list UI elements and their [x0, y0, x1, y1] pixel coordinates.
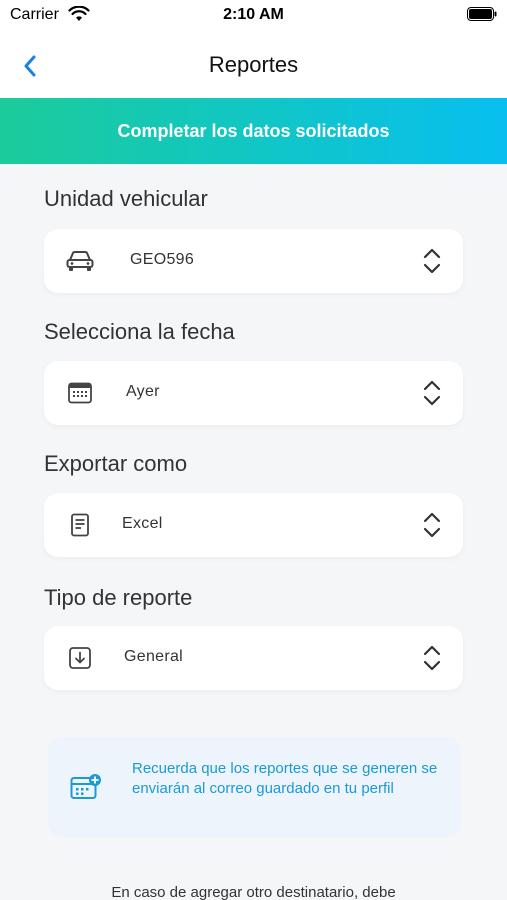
- report-type-value: General: [124, 648, 184, 665]
- chevron-updown-icon: [423, 380, 441, 406]
- export-select[interactable]: Excel: [44, 493, 463, 557]
- export-label: Exportar como: [44, 451, 188, 476]
- download-icon: [66, 644, 94, 672]
- footer-text: En caso de agregar otro destinatario, de…: [111, 884, 396, 900]
- battery-icon: [467, 7, 497, 21]
- chevron-updown-icon: [423, 645, 441, 671]
- vehicle-label: Unidad vehicular: [44, 186, 208, 211]
- info-text: Recuerda que los reportes que se generen…: [132, 760, 438, 797]
- date-select[interactable]: Ayer: [44, 361, 463, 425]
- status-time: 2:10 AM: [223, 6, 284, 23]
- report-type-select[interactable]: General: [44, 626, 463, 690]
- vehicle-select[interactable]: GEO596: [44, 229, 463, 293]
- status-bar: Carrier 2:10 AM: [0, 0, 507, 34]
- chevron-updown-icon: [423, 512, 441, 538]
- calendar-add-icon: [70, 774, 101, 799]
- car-icon: [66, 247, 94, 275]
- vehicle-value: GEO596: [130, 251, 195, 268]
- page-title: Reportes: [208, 52, 299, 77]
- banner-text: Completar los datos solicitados: [117, 120, 390, 141]
- calendar-icon: [66, 379, 94, 407]
- chevron-updown-icon: [423, 248, 441, 274]
- date-label: Selecciona la fecha: [44, 319, 235, 344]
- date-value: Ayer: [126, 383, 160, 400]
- document-icon: [66, 511, 94, 539]
- info-notice: Recuerda que los reportes que se generen…: [48, 737, 461, 837]
- instructions-banner: Completar los datos solicitados: [0, 98, 507, 164]
- navigation-bar: Reportes: [0, 34, 507, 98]
- report-type-label: Tipo de reporte: [44, 585, 193, 610]
- export-value: Excel: [122, 515, 163, 532]
